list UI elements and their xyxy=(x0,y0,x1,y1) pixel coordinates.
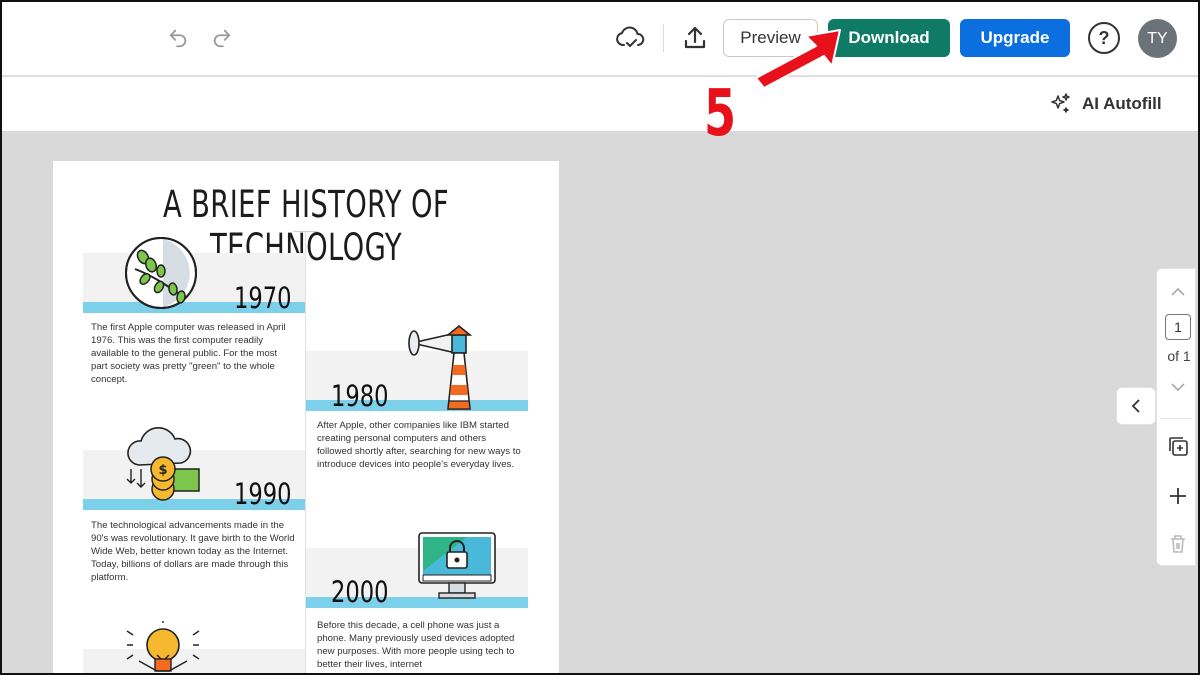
chevron-down-icon[interactable] xyxy=(1164,376,1192,398)
annotation-arrow xyxy=(755,29,841,89)
current-page-input[interactable]: 1 xyxy=(1165,314,1191,340)
top-toolbar: Preview Download Upgrade ? TY xyxy=(0,0,1200,76)
svg-text:$: $ xyxy=(158,463,167,478)
help-icon[interactable]: ? xyxy=(1088,22,1120,54)
monitor-lock-icon xyxy=(418,532,496,599)
secondary-toolbar xyxy=(0,77,1200,131)
entry-description: The first Apple computer was released in… xyxy=(91,322,286,385)
leaf-circle-icon xyxy=(125,237,197,309)
cloud-check-icon[interactable] xyxy=(612,20,648,56)
entry-year: 1970 xyxy=(234,281,292,315)
entry-year: 1980 xyxy=(331,379,389,413)
add-page-icon[interactable] xyxy=(1164,483,1192,509)
document-page[interactable]: A BRIEF HISTORY OF TECHNOLOGY 1970 The f… xyxy=(53,161,559,675)
timeline-line xyxy=(305,231,306,675)
upload-icon[interactable] xyxy=(677,20,713,56)
delete-page-icon[interactable] xyxy=(1164,531,1192,557)
download-button[interactable]: Download xyxy=(828,19,950,57)
step-number-annotation: 5 xyxy=(704,77,737,151)
entry-description: The technological advancements made in t… xyxy=(91,520,295,583)
redo-icon[interactable] xyxy=(206,22,238,54)
lighthouse-icon xyxy=(408,324,473,410)
page-navigator-panel xyxy=(1156,268,1196,566)
timeline-cap xyxy=(293,231,318,232)
sparkle-icon xyxy=(1051,93,1070,113)
undo-icon[interactable] xyxy=(162,22,194,54)
cloud-money-icon: $ xyxy=(126,427,200,501)
entry-description: After Apple, other companies like IBM st… xyxy=(317,420,521,470)
collapse-panel-button[interactable] xyxy=(1116,387,1156,425)
chevron-up-icon[interactable] xyxy=(1164,280,1192,304)
avatar[interactable]: TY xyxy=(1138,19,1177,58)
duplicate-page-icon[interactable] xyxy=(1164,433,1192,459)
panel-divider xyxy=(1160,418,1192,419)
chevron-left-icon xyxy=(1131,399,1140,413)
entry-year: 2000 xyxy=(331,575,389,609)
entry-year: 1990 xyxy=(234,477,292,511)
toolbar-divider xyxy=(663,24,664,52)
entry-description: Before this decade, a cell phone was jus… xyxy=(317,620,515,670)
ai-autofill-label: AI Autofill xyxy=(1082,94,1162,113)
ai-autofill-button[interactable]: AI Autofill xyxy=(1048,90,1162,118)
upgrade-button[interactable]: Upgrade xyxy=(960,19,1070,57)
lightbulb-icon xyxy=(126,621,200,672)
page-total-label: of 1 xyxy=(1167,348,1191,364)
